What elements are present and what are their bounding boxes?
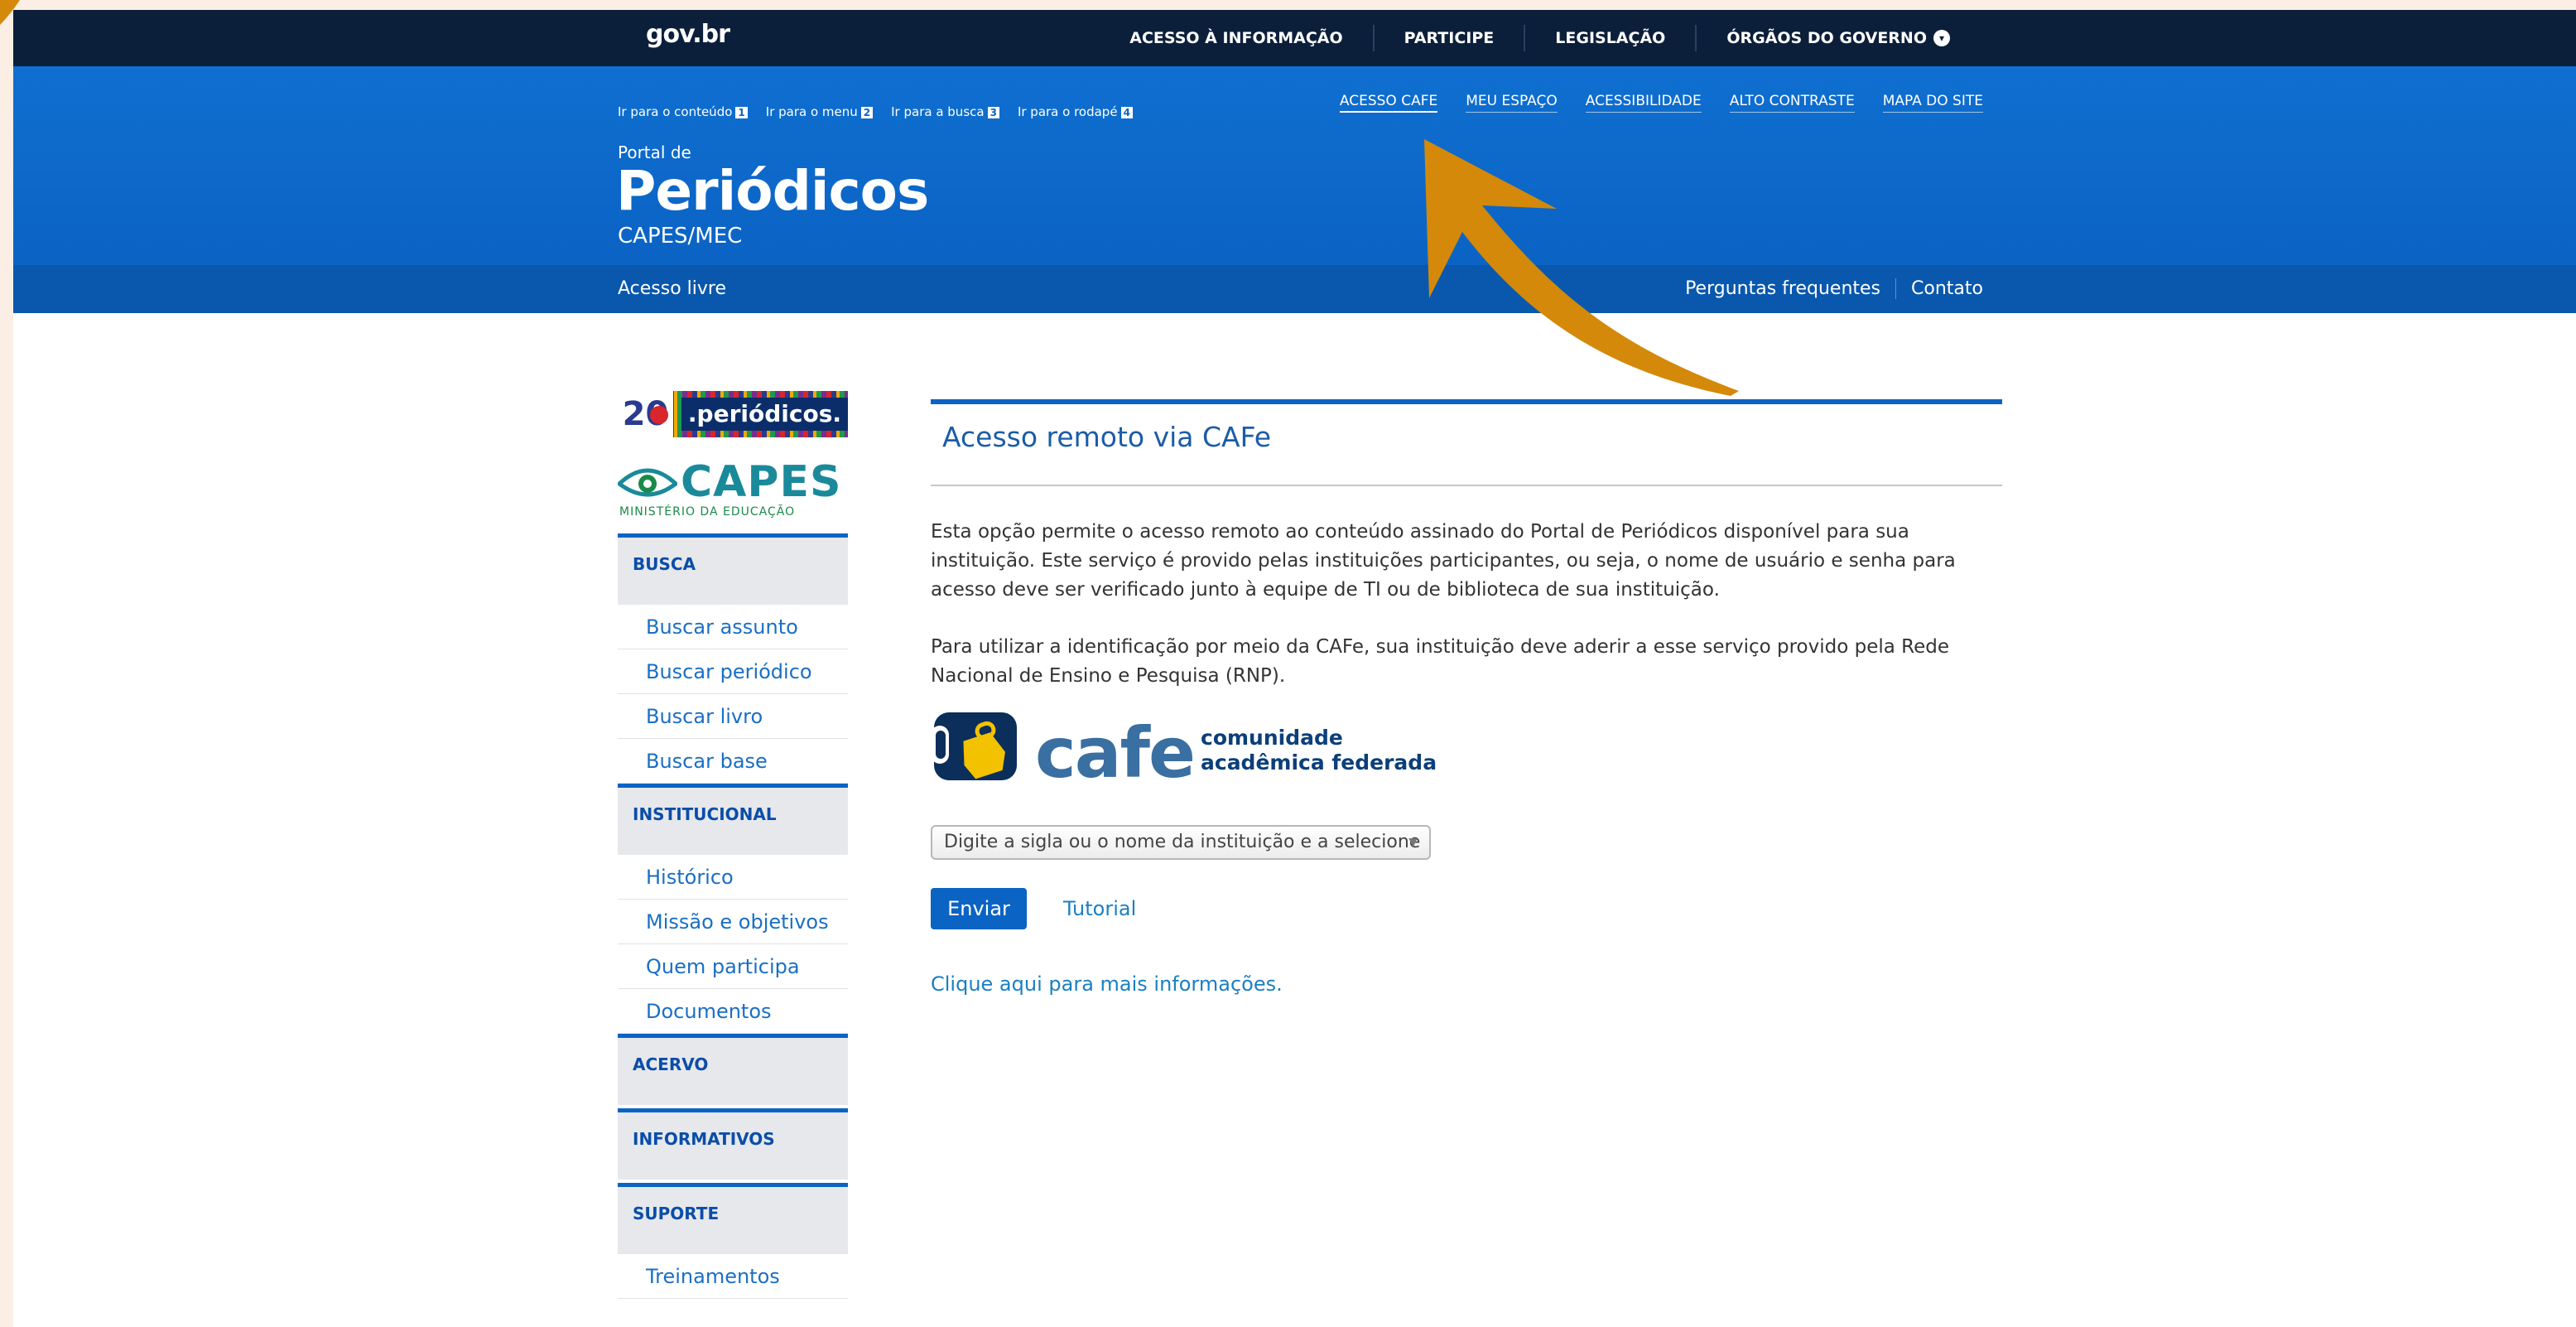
form-actions: Enviar Tutorial xyxy=(931,888,2002,929)
capes-eye-icon xyxy=(618,468,677,497)
link-perguntas-frequentes[interactable]: Perguntas frequentes xyxy=(1670,278,1895,299)
skip-link-footer[interactable]: Ir para o rodapé 4 xyxy=(1018,104,1133,119)
skip-link-menu[interactable]: Ir para o menu 2 xyxy=(766,104,874,119)
gov-nav: ACESSO À INFORMAÇÃO PARTICIPE LEGISLAÇÃO… xyxy=(1100,10,1980,66)
sidebar-item-treinamentos[interactable]: Treinamentos xyxy=(618,1254,848,1299)
nav-participe[interactable]: PARTICIPE xyxy=(1372,25,1524,51)
sidebar-item-buscar-periodico[interactable]: Buscar periódico xyxy=(618,649,848,694)
intro-paragraph: Esta opção permite o acesso remoto ao co… xyxy=(931,521,1956,601)
chevron-down-icon: ▾ xyxy=(1933,30,1950,46)
page-title[interactable]: Periódicos xyxy=(616,159,929,223)
nav-orgaos-governo[interactable]: ÓRGÃOS DO GOVERNO ▾ xyxy=(1695,25,1980,51)
sidebar-section-institucional[interactable]: INSTITUCIONAL xyxy=(618,784,848,855)
sidebar-item-buscar-base[interactable]: Buscar base xyxy=(618,739,848,784)
nav-orgaos-label: ÓRGÃOS DO GOVERNO xyxy=(1726,29,1927,47)
cafe-mug-icon xyxy=(931,712,1017,780)
capes-logo[interactable]: CAPES MINISTÉRIO DA EDUCAÇÃO xyxy=(618,456,848,525)
sidebar-section-acervo[interactable]: ACERVO xyxy=(618,1034,848,1105)
banner-text: .periódicos. xyxy=(681,398,848,431)
capes-word: CAPES xyxy=(681,457,842,507)
sidebar-item-buscar-livro[interactable]: Buscar livro xyxy=(618,694,848,739)
institution-select[interactable]: Digite a sigla ou o nome da instituição … xyxy=(931,825,1431,860)
link-alto-contraste[interactable]: ALTO CONTRASTE xyxy=(1729,93,1855,113)
link-meu-espaco[interactable]: MEU ESPAÇO xyxy=(1466,93,1558,113)
sidebar-item-quem-participa[interactable]: Quem participa xyxy=(618,944,848,989)
link-mapa-site[interactable]: MAPA DO SITE xyxy=(1882,93,1983,113)
gov-bar: gov.br ACESSO À INFORMAÇÃO PARTICIPE LEG… xyxy=(13,10,2576,66)
sidebar-item-buscar-assunto[interactable]: Buscar assunto xyxy=(618,605,848,649)
submit-button[interactable]: Enviar xyxy=(931,888,1027,929)
sidebar-item-missao[interactable]: Missão e objetivos xyxy=(618,900,848,944)
link-acesso-livre[interactable]: Acesso livre xyxy=(618,278,726,299)
sidebar-item-historico[interactable]: Histórico xyxy=(618,855,848,900)
top-links: ACESSO CAFE MEU ESPAÇO ACESSIBILIDADE AL… xyxy=(1339,93,1983,113)
banner-dot-icon xyxy=(649,406,668,424)
chevron-down-icon: ▼ xyxy=(1408,836,1418,849)
page: gov.br ACESSO À INFORMAÇÃO PARTICIPE LEG… xyxy=(13,10,2576,1327)
cafe-tagline-2: acadêmica federada xyxy=(1201,750,1437,774)
cafe-tagline-1: comunidade xyxy=(1201,726,1343,750)
page-subtitle: CAPES/MEC xyxy=(618,224,743,249)
cafe-logo: cafe comunidade acadêmica federada xyxy=(931,711,2002,794)
cafe-paragraph: Para utilizar a identificação por meio d… xyxy=(931,636,1949,687)
main-content: Acesso remoto via CAFe Esta opção permit… xyxy=(931,399,2002,996)
sidebar-section-informativos[interactable]: INFORMATIVOS xyxy=(618,1108,848,1180)
sidebar-section-suporte[interactable]: SUPORTE xyxy=(618,1183,848,1254)
nav-acesso-informacao[interactable]: ACESSO À INFORMAÇÃO xyxy=(1100,25,1372,51)
skip-link-content[interactable]: Ir para o conteúdo 1 xyxy=(618,104,748,119)
cafe-word: cafe xyxy=(1035,712,1196,794)
sub-nav-bar: Acesso livre Perguntas frequentes Contat… xyxy=(13,265,2576,313)
skip-link-search[interactable]: Ir para a busca 3 xyxy=(891,104,999,119)
govbr-logo[interactable]: gov.br xyxy=(646,20,730,49)
sidebar: 20 .periódicos. CAPES MINISTÉRIO DA EDUC… xyxy=(618,391,848,1299)
site-header: Ir para o conteúdo 1 Ir para o menu 2 Ir p… xyxy=(13,66,2576,265)
capes-ministry: MINISTÉRIO DA EDUCAÇÃO xyxy=(619,505,796,519)
link-acessibilidade[interactable]: ACESSIBILIDADE xyxy=(1585,93,1702,113)
sidebar-item-documentos[interactable]: Documentos xyxy=(618,989,848,1034)
nav-legislacao[interactable]: LEGISLAÇÃO xyxy=(1524,25,1695,51)
periodicos-20-banner[interactable]: 20 .periódicos. xyxy=(618,391,848,437)
institution-select-placeholder: Digite a sigla ou o nome da instituição … xyxy=(944,832,1421,852)
banner-number: 20 xyxy=(618,391,673,437)
sub-nav-right: Perguntas frequentes Contato xyxy=(1670,278,1983,299)
link-contato[interactable]: Contato xyxy=(1895,278,1983,299)
skip-links: Ir para o conteúdo 1 Ir para o menu 2 Ir p… xyxy=(618,104,1133,119)
more-info-link[interactable]: Clique aqui para mais informações. xyxy=(931,972,2002,996)
tutorial-link[interactable]: Tutorial xyxy=(1063,897,1136,920)
content-heading: Acesso remoto via CAFe xyxy=(931,404,2002,486)
sidebar-section-busca[interactable]: BUSCA xyxy=(618,533,848,605)
link-acesso-cafe[interactable]: ACESSO CAFE xyxy=(1339,93,1438,113)
